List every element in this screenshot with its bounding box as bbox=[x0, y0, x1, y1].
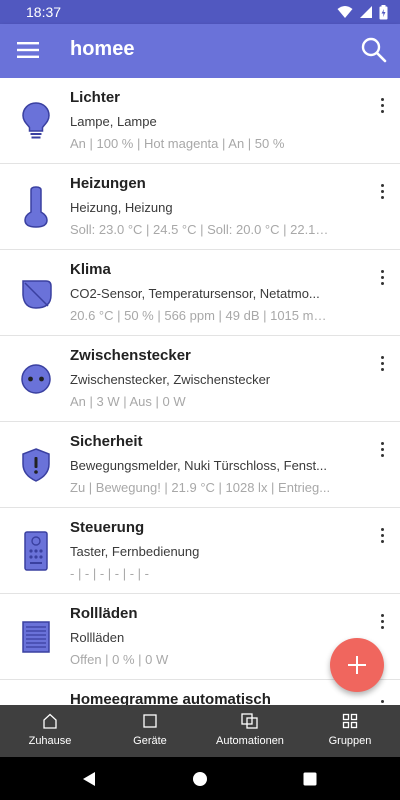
bottom-nav: Zuhause Geräte Automationen Gruppen bbox=[0, 705, 400, 757]
group-status: Zu | Bewegung! | 21.9 °C | 1028 lx | Ent… bbox=[70, 480, 331, 495]
group-title: Klima bbox=[70, 261, 111, 278]
group-row-steuerung[interactable]: Steuerung Taster, Fernbedienung - | - | … bbox=[0, 508, 400, 594]
back-button[interactable] bbox=[77, 767, 101, 791]
nav-item-automationen[interactable]: Automationen bbox=[200, 705, 300, 757]
more-options-button[interactable] bbox=[374, 352, 390, 374]
group-title: Steuerung bbox=[70, 519, 145, 536]
signal-icon bbox=[360, 6, 372, 18]
group-title: Lichter bbox=[70, 89, 121, 106]
shield-alert-icon bbox=[18, 444, 54, 486]
more-options-button[interactable] bbox=[374, 266, 390, 288]
group-status: An | 3 W | Aus | 0 W bbox=[70, 394, 186, 409]
leaf-icon bbox=[18, 272, 54, 314]
nav-item-zuhause[interactable]: Zuhause bbox=[0, 705, 100, 757]
thermometer-icon bbox=[18, 186, 54, 228]
add-fab-button[interactable] bbox=[330, 638, 384, 692]
group-list: Lichter Lampe, Lampe An | 100 % | Hot ma… bbox=[0, 78, 400, 705]
wifi-icon bbox=[337, 6, 353, 18]
more-options-button[interactable] bbox=[374, 180, 390, 202]
group-title: Rollläden bbox=[70, 605, 138, 622]
lightbulb-icon bbox=[18, 100, 54, 142]
group-title: Sicherheit bbox=[70, 433, 143, 450]
group-status: - | - | - | - | - | - bbox=[70, 566, 149, 581]
nav-item-geraete[interactable]: Geräte bbox=[100, 705, 200, 757]
nav-label: Geräte bbox=[133, 735, 167, 747]
more-options-button[interactable] bbox=[374, 696, 390, 705]
home-circle-icon bbox=[193, 772, 207, 786]
nav-item-gruppen[interactable]: Gruppen bbox=[300, 705, 400, 757]
home-icon bbox=[43, 713, 57, 729]
group-row-sicherheit[interactable]: Sicherheit Bewegungsmelder, Nuki Türschl… bbox=[0, 422, 400, 508]
roller-shutter-icon bbox=[18, 616, 54, 658]
group-devices: Zwischenstecker, Zwischenstecker bbox=[70, 372, 271, 387]
group-devices: Heizung, Heizung bbox=[70, 200, 173, 215]
search-icon bbox=[361, 37, 387, 63]
power-socket-icon bbox=[18, 358, 54, 400]
menu-button[interactable] bbox=[14, 36, 42, 64]
automations-icon bbox=[241, 713, 258, 729]
status-time: 18:37 bbox=[26, 4, 62, 20]
recents-button[interactable] bbox=[298, 767, 322, 791]
app-title: homee bbox=[70, 38, 135, 60]
battery-icon bbox=[379, 4, 388, 19]
hamburger-menu-icon bbox=[17, 42, 39, 58]
nav-label: Automationen bbox=[216, 735, 284, 747]
search-button[interactable] bbox=[360, 36, 388, 64]
group-title: Heizungen bbox=[70, 175, 146, 192]
remote-control-icon bbox=[18, 530, 54, 572]
group-devices: Lampe, Lampe bbox=[70, 114, 157, 129]
nav-label: Zuhause bbox=[28, 735, 72, 747]
recents-square-icon bbox=[303, 772, 317, 786]
app-bar: homee bbox=[0, 24, 400, 78]
devices-icon bbox=[143, 714, 157, 728]
groups-icon bbox=[342, 713, 358, 729]
group-devices: CO2-Sensor, Temperatursensor, Netatmo... bbox=[70, 286, 320, 301]
group-status: 20.6 °C | 50 % | 566 ppm | 49 dB | 1015 … bbox=[70, 308, 332, 323]
plus-icon bbox=[348, 656, 366, 674]
more-options-button[interactable] bbox=[374, 94, 390, 116]
group-devices: Taster, Fernbedienung bbox=[70, 544, 200, 559]
group-title: Homeegramme automatisch bbox=[70, 691, 271, 705]
home-button[interactable] bbox=[188, 767, 212, 791]
group-devices: Bewegungsmelder, Nuki Türschloss, Fenst.… bbox=[70, 458, 327, 473]
system-nav-bar bbox=[0, 757, 400, 800]
group-title: Zwischenstecker bbox=[70, 347, 191, 364]
back-triangle-icon bbox=[83, 772, 95, 786]
group-status: An | 100 % | Hot magenta | An | 50 % bbox=[70, 136, 285, 151]
group-devices: Rollläden bbox=[70, 630, 125, 645]
nav-label: Gruppen bbox=[328, 735, 372, 747]
group-status: Offen | 0 % | 0 W bbox=[70, 652, 169, 667]
group-status: Soll: 23.0 °C | 24.5 °C | Soll: 20.0 °C … bbox=[70, 222, 332, 237]
group-row-heizungen[interactable]: Heizungen Heizung, Heizung Soll: 23.0 °C… bbox=[0, 164, 400, 250]
group-row-zwischenstecker[interactable]: Zwischenstecker Zwischenstecker, Zwische… bbox=[0, 336, 400, 422]
more-options-button[interactable] bbox=[374, 610, 390, 632]
status-bar: 18:37 bbox=[0, 0, 400, 24]
more-options-button[interactable] bbox=[374, 524, 390, 546]
group-row-klima[interactable]: Klima CO2-Sensor, Temperatursensor, Neta… bbox=[0, 250, 400, 336]
status-icons bbox=[337, 4, 388, 20]
more-options-button[interactable] bbox=[374, 438, 390, 460]
group-row-lichter[interactable]: Lichter Lampe, Lampe An | 100 % | Hot ma… bbox=[0, 78, 400, 164]
